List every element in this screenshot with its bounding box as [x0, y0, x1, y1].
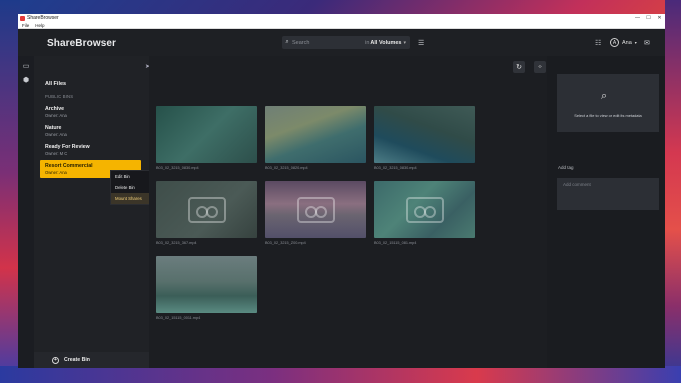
chevron-down-icon[interactable]: ▾ — [403, 40, 406, 46]
maximize-button[interactable]: ☐ — [643, 15, 654, 21]
bin-context-menu: Edit Bin Delete Bin Mount Shares — [110, 170, 150, 205]
create-bin-label: Create Bin — [64, 357, 90, 363]
search-icon: ⌕ — [285, 39, 289, 45]
video-placeholder-icon — [296, 196, 335, 223]
window-title: ShareBrowser — [27, 15, 59, 21]
menu-item-edit-bin[interactable]: Edit Bin — [111, 171, 149, 182]
thumbnail-filename: B03_02_3215_0830.mp4 — [374, 166, 417, 170]
video-placeholder-icon — [405, 196, 444, 223]
thumbnail-filename: B03_02_3215_367.mp4 — [156, 241, 197, 245]
menu-item-delete-bin[interactable]: Delete Bin — [111, 182, 149, 193]
filter-sliders-icon[interactable]: ☰ — [418, 39, 424, 47]
thumbnail-filename: B03_02_15115_0011.mp4 — [156, 316, 201, 320]
thumbnail-filename: B03_02_3215_0820.mp4 — [265, 166, 308, 170]
file-grid: ↻ ‹› B03_02_3215_0830.mp4 B03_02_3215_082… — [149, 56, 547, 368]
app-logo-icon — [20, 15, 25, 21]
bin-name: Ready For Review — [45, 144, 90, 150]
sidebar-item-all-files[interactable]: All Files — [45, 81, 66, 87]
search-scope-prefix: in — [365, 39, 370, 46]
user-name: Ana — [622, 39, 632, 46]
metadata-panel: ⌕ Select a file to view or edit its meta… — [547, 56, 665, 368]
close-window-button[interactable]: ✕ — [654, 15, 665, 21]
video-thumbnail[interactable] — [374, 181, 475, 238]
bin-name: Nature — [45, 125, 62, 131]
sidebar-item-nature[interactable]: Nature Owner: Ana — [45, 125, 145, 137]
menu-bar: File Help — [18, 22, 665, 29]
monitor-icon[interactable]: ▭ — [18, 62, 34, 70]
search-bar[interactable]: ⌕ Search in All Volumes ▾ — [282, 36, 410, 49]
metadata-empty-state: ⌕ Select a file to view or edit its meta… — [557, 74, 659, 132]
user-menu[interactable]: A Ana ▾ — [610, 38, 637, 47]
video-thumbnail[interactable] — [374, 106, 475, 163]
metadata-empty-text: Select a file to view or edit its metada… — [574, 113, 642, 118]
sidebar-item-archive[interactable]: Archive Owner: Ana — [45, 106, 145, 118]
window-titlebar: ShareBrowser — ☐ ✕ — [18, 14, 665, 22]
desktop-wallpaper-left — [0, 0, 20, 383]
create-bin-button[interactable]: + Create Bin — [34, 352, 149, 368]
thumbnail-filename: B03_02_3215_Z00.mp4 — [265, 241, 306, 245]
code-brackets-icon: ‹› — [538, 64, 542, 70]
bin-name: Resort Commercial — [45, 163, 93, 169]
left-rail: ▭ ⬢ — [18, 56, 34, 368]
magnifier-icon: ⌕ — [601, 90, 608, 102]
plus-icon: + — [52, 356, 59, 364]
refresh-icon: ↻ — [516, 64, 522, 71]
volume-selector[interactable]: All Volumes — [370, 40, 401, 46]
search-input[interactable]: Search — [292, 40, 365, 46]
chevron-down-icon: ▾ — [634, 40, 637, 45]
refresh-button[interactable]: ↻ — [513, 61, 525, 73]
avatar: A — [610, 38, 619, 47]
thumbnail-filename: B03_02_15115_081.mp4 — [374, 241, 417, 245]
list-view-icon[interactable]: ☷ — [595, 39, 601, 47]
bin-owner: Owner: Ana — [45, 113, 67, 118]
section-header-public-bins: PUBLIC BINS — [45, 94, 74, 99]
desktop-wallpaper-bottom — [0, 366, 681, 383]
comment-field[interactable]: Add comment — [557, 178, 659, 210]
brand-title: ShareBrowser — [47, 38, 117, 49]
thumbnail-filename: B03_02_3215_0830.mp4 — [156, 166, 199, 170]
bin-name: Archive — [45, 106, 65, 112]
video-thumbnail[interactable] — [156, 256, 257, 313]
video-thumbnail[interactable] — [265, 106, 366, 163]
video-placeholder-icon — [187, 196, 226, 223]
video-thumbnail[interactable] — [265, 181, 366, 238]
bins-sidebar: ➤ All Files PUBLIC BINS Archive Owner: A… — [34, 56, 150, 368]
minimize-button[interactable]: — — [632, 15, 643, 21]
app-window: ShareBrowser — ☐ ✕ File Help ShareBrowse… — [18, 14, 665, 368]
toggle-panel-button[interactable]: ‹› — [534, 61, 546, 73]
cube-icon[interactable]: ⬢ — [18, 76, 34, 84]
video-thumbnail[interactable] — [156, 181, 257, 238]
mail-icon[interactable]: ✉ — [644, 39, 650, 47]
menu-item-mount-shares[interactable]: Mount Shares — [111, 193, 149, 204]
desktop-wallpaper-right — [665, 0, 681, 383]
add-tag-link[interactable]: Add tag — [558, 165, 574, 170]
bin-owner: Owner: M C — [45, 151, 68, 156]
menu-help[interactable]: Help — [35, 23, 44, 28]
sidebar-item-ready-for-review[interactable]: Ready For Review Owner: M C — [45, 144, 145, 156]
app-header: ShareBrowser ⌕ Search in All Volumes ▾ ☰… — [18, 30, 665, 56]
video-thumbnail[interactable] — [156, 106, 257, 163]
bin-owner: Owner: Ana — [45, 132, 67, 137]
menu-file[interactable]: File — [22, 23, 29, 28]
